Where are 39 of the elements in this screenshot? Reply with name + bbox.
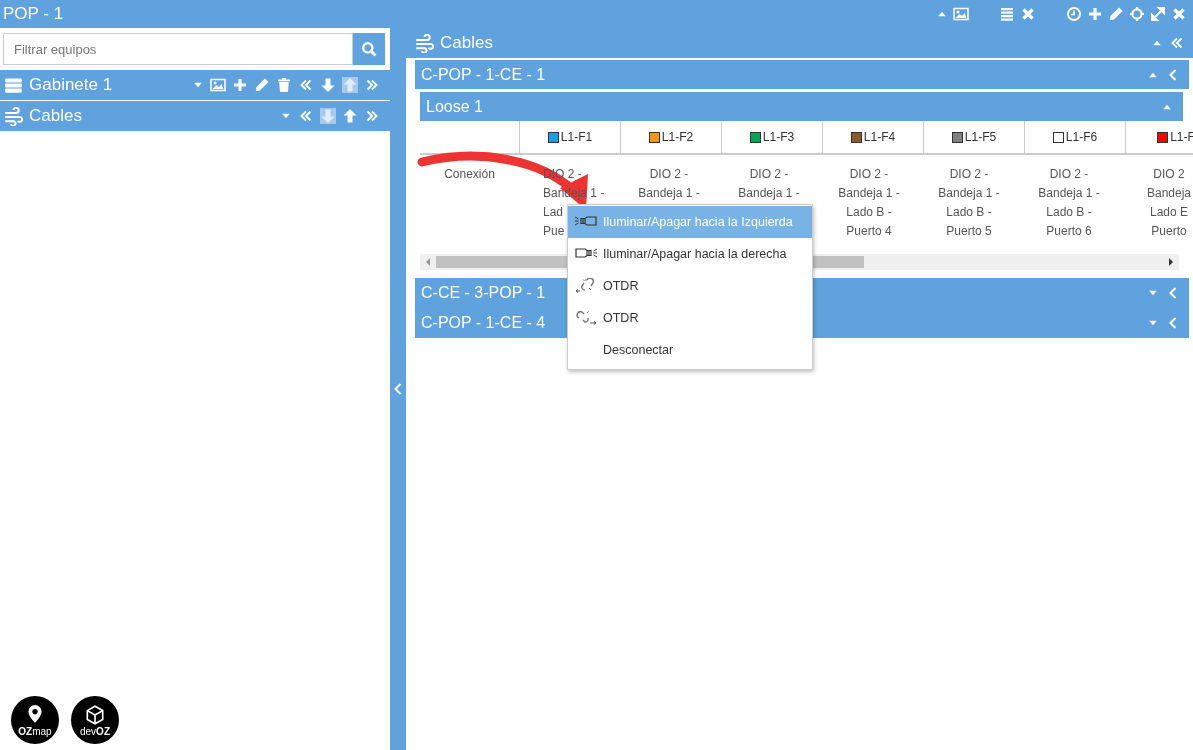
logo-text: OZmap <box>18 725 52 737</box>
fiber-label: L1-F5 <box>964 130 997 144</box>
cable-title: C-CE - 3-POP - 1 <box>421 284 546 302</box>
connection-text: Pue <box>543 223 565 240</box>
connection-text: Lado E <box>1149 204 1188 221</box>
connection-text: Bandeja 1 - <box>938 185 1000 202</box>
cable-title: C-POP - 1-CE - 4 <box>421 314 546 332</box>
fiber-label: L1-F6 <box>1065 130 1098 144</box>
tube-title: Loose 1 <box>426 97 483 116</box>
fiber-label: L1-F2 <box>661 130 694 144</box>
connection-text: DIO 2 <box>1153 166 1185 183</box>
panel-title: Cables <box>440 33 493 53</box>
section-title: Gabinete 1 <box>29 75 113 95</box>
connection-text: DIO 2 - <box>749 166 789 183</box>
connection-text: Bandeja <box>1146 185 1191 202</box>
connection-text: Puerto <box>1151 223 1187 240</box>
connection-text: Puerto 4 <box>846 223 892 240</box>
connection-text: Bandeja 1 - <box>1038 185 1100 202</box>
connection-text: Lado B - <box>946 204 992 221</box>
fiber-label: L1-F1 <box>560 130 593 144</box>
window-title: POP - 1 <box>2 4 64 24</box>
connection-text: DIO 2 - <box>1049 166 1089 183</box>
connection-text: Bandeja 1 - <box>638 185 700 202</box>
connection-text: Lado B - <box>846 204 892 221</box>
connection-text: Lado B - <box>1046 204 1092 221</box>
connection-text: DIO 2 - <box>649 166 689 183</box>
connection-text: DIO 2 - <box>849 166 889 183</box>
logo-text: devOZ <box>80 725 110 737</box>
connection-text: Bandeja 1 - <box>738 185 800 202</box>
section-title: Cables <box>29 106 82 126</box>
connection-text: Lad <box>543 204 564 221</box>
connection-text: Bandeja 1 - <box>838 185 900 202</box>
row-label: Conexión <box>443 166 496 183</box>
cable-title: C-POP - 1-CE - 1 <box>421 65 546 84</box>
fiber-label: L1-F4 <box>863 130 896 144</box>
fiber-label: L1-F3 <box>762 130 795 144</box>
connection-text: Puerto 6 <box>1046 223 1092 240</box>
connection-text: DIO 2 - <box>949 166 989 183</box>
connection-text: Puerto 5 <box>946 223 992 240</box>
